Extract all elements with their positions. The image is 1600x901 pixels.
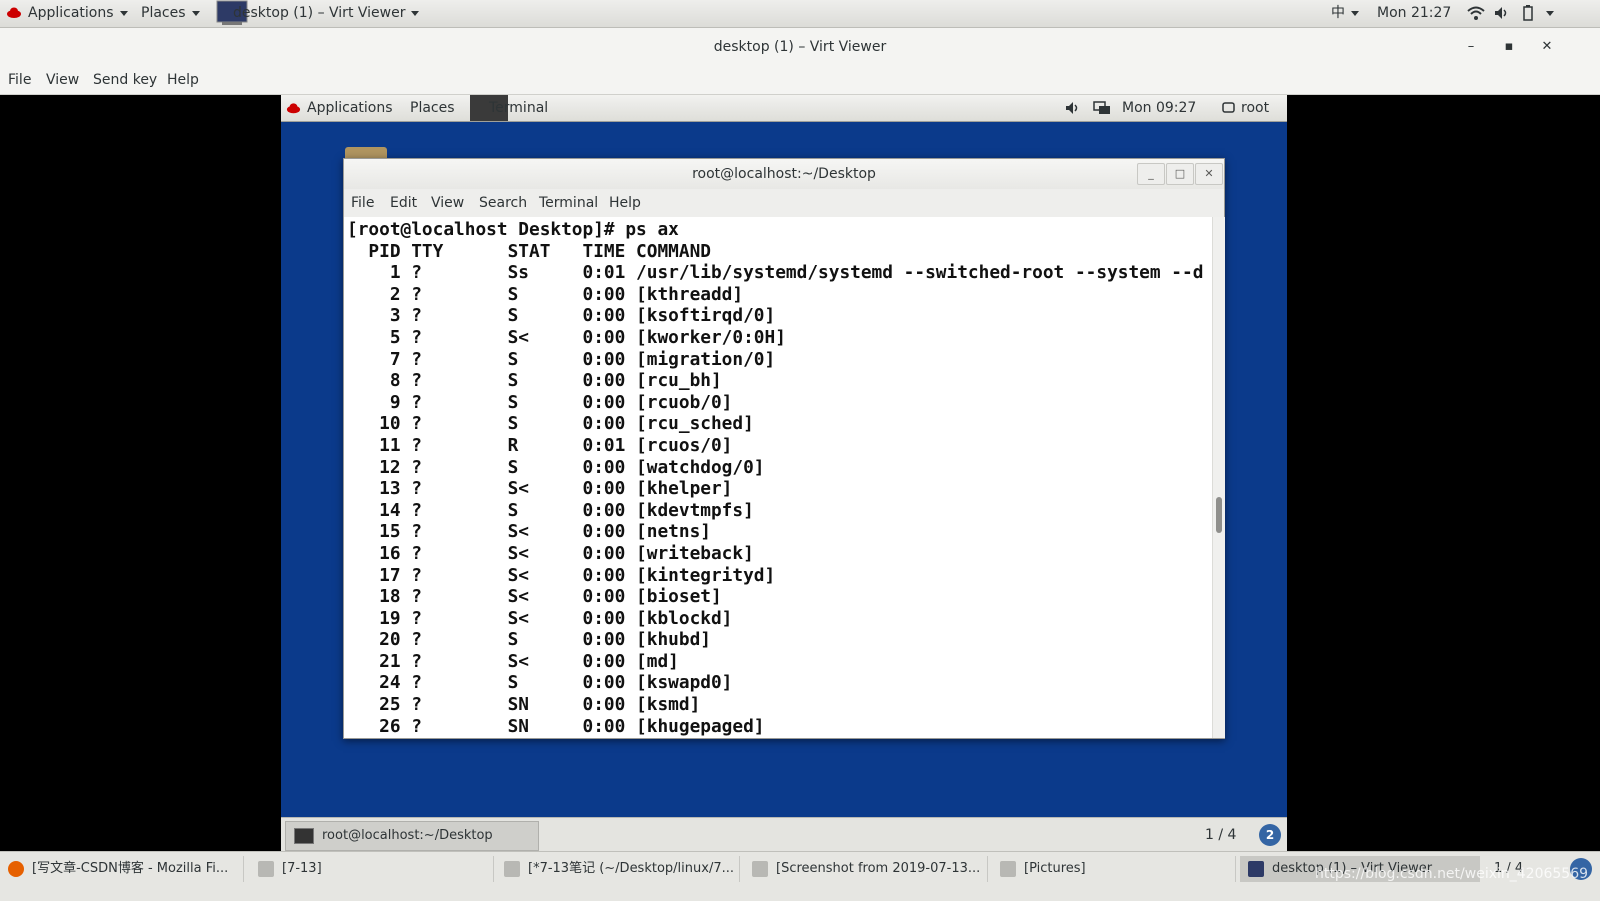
host-clock[interactable]: Mon 21:27: [1377, 0, 1451, 27]
terminal-output: [root@localhost Desktop]# ps ax PID TTY …: [347, 219, 1204, 737]
watermark-text: https://blog.csdn.net/weixin_42065569: [1315, 866, 1589, 882]
terminal-close-button[interactable]: ✕: [1195, 163, 1223, 185]
menu-help[interactable]: Help: [167, 66, 199, 94]
guest-notification-badge[interactable]: 2: [1259, 824, 1281, 846]
terminal-menu-edit[interactable]: Edit: [390, 189, 417, 217]
guest-clock[interactable]: Mon 09:27: [1122, 95, 1196, 121]
system-menu[interactable]: [1540, 0, 1554, 27]
host-task-notes[interactable]: [*7-13笔记 (~/Desktop/linux/7...: [496, 856, 740, 882]
host-task-firefox[interactable]: [写文章-CSDN博客 - Mozilla Fi...: [0, 856, 244, 882]
host-active-window-menu[interactable]: desktop (1) – Virt Viewer: [233, 0, 419, 27]
guest-network-icon[interactable]: [1093, 95, 1111, 121]
menu-view[interactable]: View: [46, 66, 79, 94]
volume-icon[interactable]: [1494, 0, 1510, 27]
guest-task-label: root@localhost:~/Desktop: [322, 828, 493, 843]
terminal-menu-help[interactable]: Help: [609, 189, 641, 217]
minimize-button[interactable]: –: [1456, 28, 1486, 66]
guest-user-icon: [1222, 95, 1235, 121]
terminal-scrollbar[interactable]: [1212, 217, 1225, 738]
guest-top-panel: Applications Places Terminal Mon 09:27 r…: [281, 95, 1287, 122]
terminal-menu-file[interactable]: File: [351, 189, 374, 217]
guest-display[interactable]: Applications Places Terminal Mon 09:27 r…: [281, 95, 1287, 851]
virt-viewer-titlebar: desktop (1) – Virt Viewer – ▪ ✕: [0, 28, 1600, 66]
battery-icon[interactable]: [1523, 0, 1533, 27]
host-places-menu[interactable]: Places: [141, 0, 200, 27]
terminal-scrollbar-thumb[interactable]: [1216, 497, 1222, 533]
guest-task-terminal[interactable]: root@localhost:~/Desktop: [285, 821, 539, 851]
menu-send-key[interactable]: Send key: [93, 66, 157, 94]
terminal-output-area[interactable]: [root@localhost Desktop]# ps ax PID TTY …: [344, 217, 1212, 738]
guest-redhat-logo-icon: [286, 95, 301, 121]
terminal-maximize-button[interactable]: □: [1166, 163, 1194, 185]
host-task-label: [*7-13笔记 (~/Desktop/linux/7...: [528, 861, 734, 876]
terminal-title: root@localhost:~/Desktop: [692, 166, 876, 182]
guest-workspace-pager[interactable]: 1 / 4: [1205, 818, 1236, 851]
firefox-icon: [8, 861, 24, 877]
terminal-menu-view[interactable]: View: [431, 189, 464, 217]
terminal-menu-search[interactable]: Search: [479, 189, 527, 217]
guest-applications-menu[interactable]: Applications: [307, 95, 393, 121]
host-task-label: [Screenshot from 2019-07-13...: [776, 861, 981, 876]
host-applications-menu[interactable]: Applications: [28, 0, 128, 27]
virt-viewer-menubar: File View Send key Help: [0, 66, 1600, 95]
guest-places-menu[interactable]: Places: [410, 95, 455, 121]
terminal-titlebar[interactable]: root@localhost:~/Desktop _ □ ✕: [344, 159, 1224, 189]
maximize-button[interactable]: ▪: [1494, 28, 1524, 66]
terminal-menubar: File Edit View Search Terminal Help: [344, 189, 1224, 218]
wifi-icon[interactable]: [1467, 0, 1485, 27]
virt-viewer-title: desktop (1) – Virt Viewer: [713, 39, 887, 55]
host-task-label: [7-13]: [282, 861, 322, 876]
file-manager-icon: [1000, 861, 1016, 877]
guest-user-menu[interactable]: root: [1241, 95, 1269, 121]
close-button[interactable]: ✕: [1532, 28, 1562, 66]
host-task-7-13[interactable]: [7-13]: [250, 856, 494, 882]
guest-volume-icon[interactable]: [1065, 95, 1081, 121]
guest-taskbar: root@localhost:~/Desktop 1 / 4 2: [281, 817, 1287, 851]
virt-viewer-icon: [1248, 861, 1264, 877]
image-viewer-icon: [752, 861, 768, 877]
redhat-logo-icon: [6, 0, 22, 27]
host-task-label: [Pictures]: [1024, 861, 1086, 876]
host-task-label: [写文章-CSDN博客 - Mozilla Fi...: [32, 861, 229, 876]
host-top-panel: Applications Places desktop (1) – Virt V…: [0, 0, 1600, 28]
host-task-pictures[interactable]: [Pictures]: [992, 856, 1236, 882]
text-editor-icon: [504, 861, 520, 877]
terminal-window[interactable]: root@localhost:~/Desktop _ □ ✕ File Edit…: [343, 158, 1225, 739]
host-task-screenshot[interactable]: [Screenshot from 2019-07-13...: [744, 856, 988, 882]
file-manager-icon: [258, 861, 274, 877]
guest-task-terminal-icon: [294, 827, 314, 844]
terminal-menu-terminal[interactable]: Terminal: [539, 189, 598, 217]
terminal-minimize-button[interactable]: _: [1137, 163, 1165, 185]
menu-file[interactable]: File: [8, 66, 31, 94]
guest-terminal-menu[interactable]: Terminal: [489, 95, 548, 121]
input-method-indicator[interactable]: 中: [1331, 0, 1359, 27]
